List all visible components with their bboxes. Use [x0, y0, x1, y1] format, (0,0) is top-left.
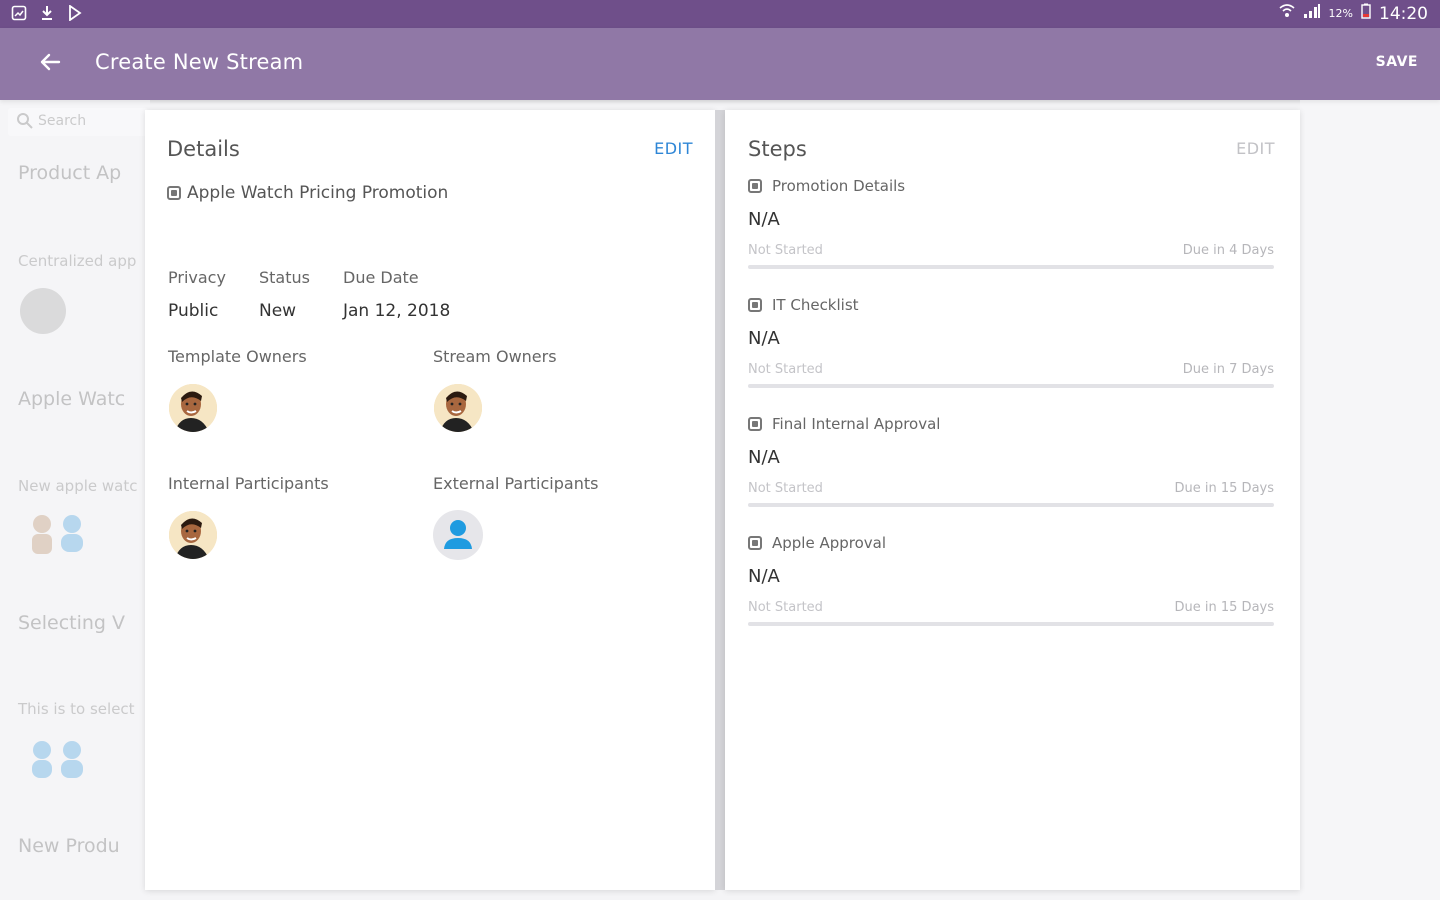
background-right-column: [1300, 100, 1440, 900]
steps-title: Steps: [748, 137, 807, 161]
gallery-icon: [10, 4, 28, 22]
template-owners-label: Template Owners: [168, 347, 307, 366]
list-item-title[interactable]: Selecting V: [18, 612, 125, 634]
stream-name: Apple Watch Pricing Promotion: [167, 183, 448, 203]
status-label: Status: [259, 268, 310, 287]
step-status: Not Started: [748, 600, 823, 615]
back-button[interactable]: [30, 46, 70, 82]
step-status: Not Started: [748, 362, 823, 377]
people-icon: [24, 738, 94, 778]
external-participants-label: External Participants: [433, 474, 599, 493]
step-item[interactable]: Final Internal Approval N/A Not Started …: [748, 415, 1274, 515]
internal-participants-label: Internal Participants: [168, 474, 329, 493]
steps-edit-button[interactable]: EDIT: [1236, 139, 1275, 158]
panel-divider: [715, 110, 725, 890]
step-icon: [748, 179, 762, 193]
step-value: N/A: [748, 447, 780, 468]
save-button[interactable]: SAVE: [1376, 54, 1418, 70]
step-title: Final Internal Approval: [748, 415, 940, 433]
people-icon: [24, 512, 94, 554]
step-title: Promotion Details: [748, 177, 905, 195]
step-due: Due in 4 Days: [1182, 243, 1274, 258]
step-value: N/A: [748, 566, 780, 587]
status-bar-right: 12% 14:20: [1279, 3, 1428, 24]
step-name: Final Internal Approval: [772, 415, 941, 433]
step-progress-bar: [748, 622, 1274, 626]
battery-icon: [1361, 3, 1371, 24]
status-bar: 12% 14:20: [0, 0, 1440, 28]
step-progress-bar: [748, 503, 1274, 507]
step-title: Apple Approval: [748, 534, 886, 552]
list-item-title[interactable]: Product Ap: [18, 162, 121, 184]
person-icon[interactable]: [433, 510, 483, 560]
avatar[interactable]: [169, 511, 217, 559]
details-edit-button[interactable]: EDIT: [654, 139, 693, 158]
stream-owners-label: Stream Owners: [433, 347, 557, 366]
step-name: IT Checklist: [772, 296, 859, 314]
step-status: Not Started: [748, 243, 823, 258]
details-title: Details: [167, 137, 240, 161]
status-bar-left: [10, 4, 84, 22]
stream-name-text: Apple Watch Pricing Promotion: [187, 183, 449, 203]
step-item[interactable]: Apple Approval N/A Not Started Due in 15…: [748, 534, 1274, 634]
step-title: IT Checklist: [748, 296, 859, 314]
privacy-value: Public: [168, 301, 219, 321]
signal-icon: [1303, 3, 1321, 24]
step-due: Due in 15 Days: [1174, 600, 1274, 615]
avatar: [20, 288, 66, 334]
list-item-desc: This is to select: [18, 700, 135, 718]
step-icon: [748, 298, 762, 312]
step-status: Not Started: [748, 481, 823, 496]
step-item[interactable]: Promotion Details N/A Not Started Due in…: [748, 177, 1274, 277]
step-item[interactable]: IT Checklist N/A Not Started Due in 7 Da…: [748, 296, 1274, 396]
avatar[interactable]: [434, 384, 482, 432]
list-item-desc: New apple watc: [18, 477, 138, 495]
step-due: Due in 15 Days: [1174, 481, 1274, 496]
clock: 14:20: [1379, 3, 1428, 24]
page-title: Create New Stream: [95, 50, 304, 74]
step-value: N/A: [748, 209, 780, 230]
battery-percent: 12%: [1328, 7, 1353, 20]
step-progress-bar: [748, 265, 1274, 269]
avatar[interactable]: [169, 384, 217, 432]
details-panel: Details EDIT Apple Watch Pricing Promoti…: [145, 110, 715, 890]
step-icon: [748, 417, 762, 431]
status-value: New: [259, 301, 297, 321]
list-item-desc: Centralized app: [18, 252, 137, 270]
app-bar: Create New Stream SAVE: [0, 28, 1440, 100]
list-item-title[interactable]: Apple Watc: [18, 388, 125, 410]
play-store-icon: [66, 4, 84, 22]
arrow-left-icon: [39, 52, 61, 76]
stream-icon: [167, 186, 181, 200]
due-date-label: Due Date: [343, 268, 419, 287]
step-value: N/A: [748, 328, 780, 349]
steps-panel: Steps EDIT Promotion Details N/A Not Sta…: [725, 110, 1300, 890]
privacy-label: Privacy: [168, 268, 226, 287]
search-icon: [16, 112, 34, 134]
step-icon: [748, 536, 762, 550]
background-stream-list: Search Product Ap Centralized app Apple …: [0, 100, 150, 900]
step-progress-bar: [748, 384, 1274, 388]
download-icon: [38, 4, 56, 22]
step-due: Due in 7 Days: [1182, 362, 1274, 377]
step-name: Apple Approval: [772, 534, 887, 552]
wifi-icon: [1279, 3, 1295, 24]
due-date-value: Jan 12, 2018: [343, 301, 451, 321]
step-name: Promotion Details: [772, 177, 906, 195]
list-item-title[interactable]: New Produ: [18, 835, 120, 857]
